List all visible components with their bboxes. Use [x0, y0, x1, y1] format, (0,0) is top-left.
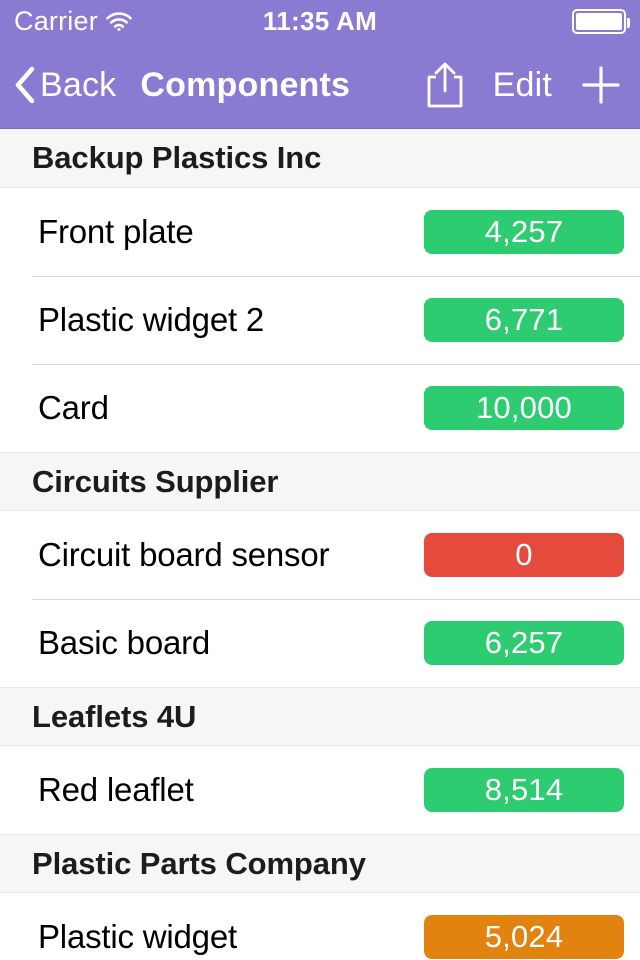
status-badge: 4,257	[424, 210, 624, 254]
status-bar: Carrier 11:35 AM	[0, 0, 640, 42]
status-badge: 6,257	[424, 621, 624, 665]
list-item[interactable]: Plastic widget 5,024	[0, 893, 640, 960]
section-header: Backup Plastics Inc	[0, 129, 640, 188]
carrier-label: Carrier	[14, 5, 98, 36]
back-button-label: Back	[40, 66, 117, 104]
list-item-label: Circuit board sensor	[38, 536, 330, 573]
section-header: Leaflets 4U	[0, 687, 640, 746]
section-header: Circuits Supplier	[0, 452, 640, 511]
list-item[interactable]: Plastic widget 2 6,771	[0, 276, 640, 364]
status-badge: 8,514	[424, 768, 624, 812]
list-item-label: Red leaflet	[38, 771, 194, 808]
back-button[interactable]: Back	[14, 66, 116, 104]
list-item[interactable]: Circuit board sensor 0	[0, 511, 640, 599]
list-item[interactable]: Card 10,000	[0, 364, 640, 452]
list-item-label: Front plate	[38, 213, 194, 250]
section-header: Plastic Parts Company	[0, 834, 640, 893]
components-list[interactable]: Backup Plastics Inc Front plate 4,257 Plast…	[0, 129, 640, 960]
share-icon[interactable]	[425, 61, 465, 109]
plus-icon[interactable]	[580, 64, 622, 106]
edit-button[interactable]: Edit	[493, 68, 552, 102]
navigation-bar-actions: Edit	[425, 61, 622, 109]
list-item-label: Plastic widget	[38, 918, 237, 955]
list-item-label: Plastic widget 2	[38, 301, 265, 338]
status-badge: 0	[424, 533, 624, 577]
list-item[interactable]: Red leaflet 8,514	[0, 746, 640, 834]
navigation-bar: Back Components Edit	[0, 42, 640, 129]
page-title: Components	[140, 66, 351, 104]
battery-fill	[576, 12, 622, 30]
wifi-icon	[106, 11, 132, 31]
status-badge: 6,771	[424, 298, 624, 342]
list-item-label: Card	[38, 389, 109, 426]
battery-full-icon	[572, 8, 630, 34]
status-bar-left: Carrier	[14, 5, 132, 36]
status-badge: 5,024	[424, 915, 624, 959]
list-item-label: Basic board	[38, 624, 211, 661]
app-root: Carrier 11:35 AM Back Components Edit Ba…	[0, 0, 640, 960]
chevron-left-icon	[14, 66, 36, 104]
list-item[interactable]: Front plate 4,257	[0, 188, 640, 276]
status-badge: 10,000	[424, 386, 624, 430]
list-item[interactable]: Basic board 6,257	[0, 599, 640, 687]
status-bar-right	[572, 8, 630, 34]
